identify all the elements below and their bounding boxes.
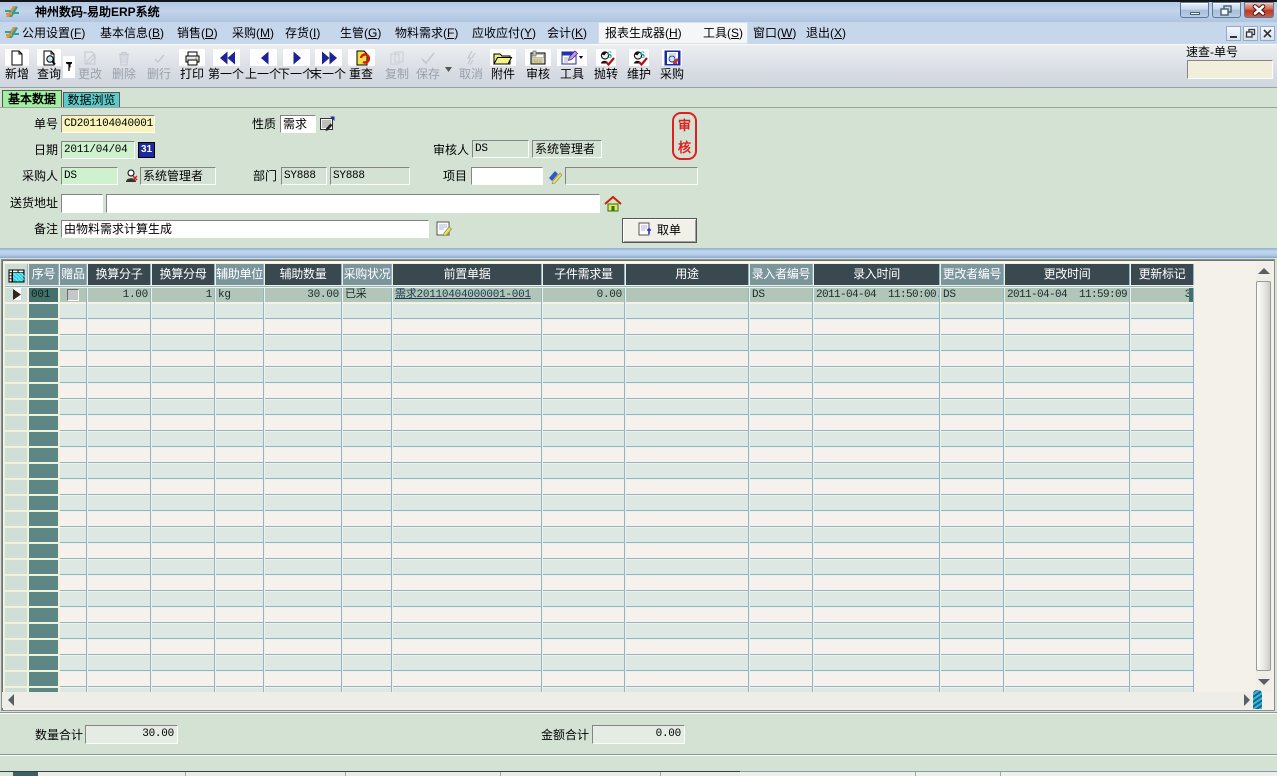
svg-text:S: S [607,50,612,60]
svg-text:S: S [640,50,645,60]
